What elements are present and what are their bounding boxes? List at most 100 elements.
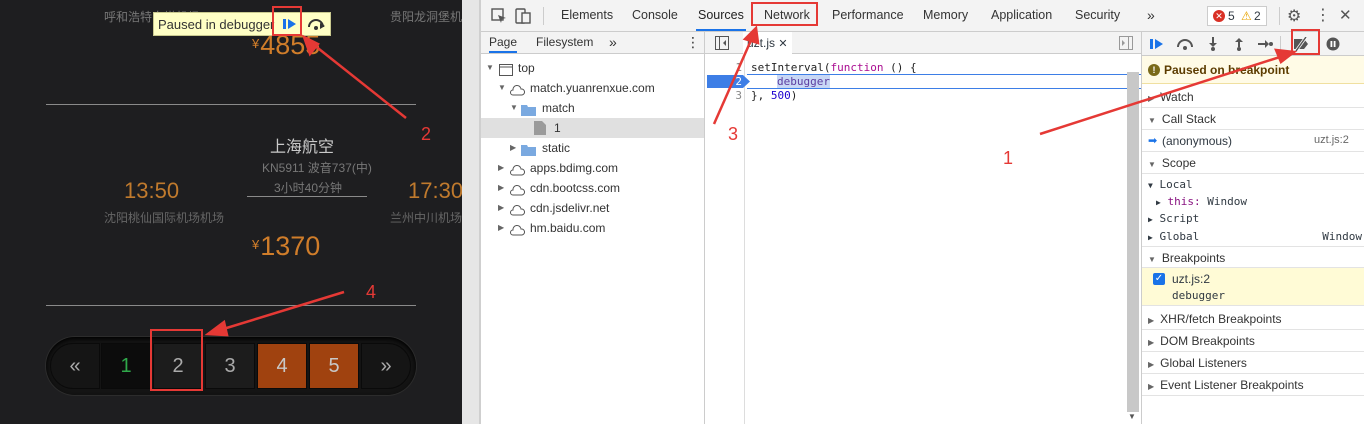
tree-item-domain[interactable]: ▶ cdn.bootcss.com bbox=[481, 178, 704, 198]
error-count: 5 bbox=[1228, 9, 1235, 23]
editor-tab-uzt-js[interactable]: uzt.js ✕ bbox=[743, 32, 792, 54]
section-global-listeners[interactable]: ▶ Global Listeners bbox=[1142, 352, 1364, 374]
expand-triangle-icon: ▶ bbox=[498, 223, 505, 232]
scope-this[interactable]: ▶ this: Window bbox=[1156, 195, 1247, 208]
tab-console[interactable]: Console bbox=[630, 0, 680, 31]
code-line: setInterval(function () { bbox=[751, 61, 917, 75]
tab-page[interactable]: Page bbox=[489, 32, 518, 53]
code-keyword: function bbox=[830, 61, 884, 74]
breakpoint-item[interactable]: ✓ uzt.js:2 debugger bbox=[1142, 268, 1364, 306]
page-1-button[interactable]: 1 bbox=[101, 343, 151, 389]
collapse-triangle-icon: ▼ bbox=[1148, 116, 1156, 125]
scope-value: Window bbox=[1322, 230, 1362, 243]
breakpoint-location: uzt.js:2 bbox=[1172, 272, 1211, 286]
frame-location[interactable]: uzt.js:2 bbox=[1314, 134, 1349, 146]
navigator-menu-icon[interactable]: ⋮ bbox=[686, 32, 700, 53]
tab-sources[interactable]: Sources bbox=[696, 0, 746, 31]
collapse-triangle-icon: ▼ bbox=[1148, 160, 1156, 169]
section-label: Watch bbox=[1160, 90, 1194, 104]
toolbar-separator bbox=[1279, 7, 1280, 25]
info-icon: ! bbox=[1148, 64, 1160, 76]
pause-on-exceptions-icon[interactable] bbox=[1324, 35, 1342, 53]
tab-filesystem[interactable]: Filesystem bbox=[536, 32, 593, 53]
scope-label: Global bbox=[1159, 230, 1200, 243]
expand-triangle-icon: ▶ bbox=[1148, 233, 1153, 242]
card-divider bbox=[46, 305, 416, 306]
close-devtools-icon[interactable]: ✕ bbox=[1339, 6, 1352, 24]
step-into-icon[interactable] bbox=[1204, 35, 1222, 53]
file-navigator: Page Filesystem » ⋮ ▼ top ▼ match.yuanre… bbox=[481, 32, 705, 424]
tree-item-domain[interactable]: ▶ hm.baidu.com bbox=[481, 218, 704, 238]
expand-triangle-icon: ▶ bbox=[498, 203, 505, 212]
page-2-button[interactable]: 2 bbox=[153, 343, 203, 389]
duration-arrow bbox=[247, 196, 367, 197]
device-toolbar-icon[interactable] bbox=[515, 7, 531, 28]
tree-item-domain[interactable]: ▶ cdn.jsdelivr.net bbox=[481, 198, 704, 218]
tree-item-top[interactable]: ▼ top bbox=[481, 58, 704, 78]
close-tab-icon[interactable]: ✕ bbox=[778, 38, 787, 50]
section-dom-breakpoints[interactable]: ▶ DOM Breakpoints bbox=[1142, 330, 1364, 352]
page-prev-button[interactable]: « bbox=[50, 343, 100, 389]
step-icon[interactable] bbox=[1256, 35, 1274, 53]
line-number[interactable]: 3 bbox=[705, 89, 745, 103]
step-over-icon[interactable] bbox=[1176, 35, 1194, 53]
issues-counter[interactable]: ✕ 5 ⚠ 2 bbox=[1207, 6, 1267, 26]
scope-script[interactable]: ▶ Script bbox=[1148, 212, 1199, 225]
step-over-icon[interactable] bbox=[306, 16, 326, 32]
toggle-navigator-icon[interactable] bbox=[715, 36, 729, 53]
tree-item-domain[interactable]: ▼ match.yuanrenxue.com bbox=[481, 78, 704, 98]
flight-info: KN5911 波音737(中) bbox=[262, 161, 372, 175]
warning-count: 2 bbox=[1254, 9, 1261, 23]
paused-label: Paused in debugger bbox=[158, 17, 275, 32]
debugger-toolbar bbox=[1142, 32, 1364, 56]
tree-item-folder[interactable]: ▼ match bbox=[481, 98, 704, 118]
section-label: Call Stack bbox=[1161, 112, 1216, 126]
tree-item-file[interactable]: 1 bbox=[481, 118, 704, 138]
error-icon: ✕ bbox=[1213, 10, 1225, 22]
resume-icon[interactable] bbox=[1148, 35, 1166, 53]
section-event-listener-breakpoints[interactable]: ▶ Event Listener Breakpoints bbox=[1142, 374, 1364, 396]
line-number[interactable]: 1 bbox=[705, 61, 745, 75]
scope-global[interactable]: ▶ Global Window bbox=[1148, 230, 1362, 243]
code-line: }, 500) bbox=[751, 89, 797, 103]
page-4-button[interactable]: 4 bbox=[257, 343, 307, 389]
more-tabs-button[interactable]: » bbox=[1145, 0, 1157, 31]
page-next-button[interactable]: » bbox=[361, 343, 411, 389]
tab-performance[interactable]: Performance bbox=[830, 0, 906, 31]
line-number[interactable]: 2 bbox=[705, 75, 745, 89]
more-navigator-tabs-icon[interactable]: » bbox=[609, 32, 617, 53]
breakpoint-checkbox[interactable]: ✓ bbox=[1153, 273, 1165, 285]
tree-item-folder[interactable]: ▶ static bbox=[481, 138, 704, 158]
section-breakpoints[interactable]: ▼ Breakpoints bbox=[1142, 246, 1364, 268]
arrival-airport: 兰州中川机场 bbox=[390, 211, 462, 225]
tab-network[interactable]: Network bbox=[762, 0, 812, 31]
resume-icon[interactable] bbox=[281, 16, 299, 32]
tab-memory[interactable]: Memory bbox=[921, 0, 970, 31]
deactivate-breakpoints-icon[interactable] bbox=[1292, 35, 1310, 53]
section-call-stack[interactable]: ▼ Call Stack bbox=[1142, 108, 1364, 130]
editor-scrollbar[interactable] bbox=[1127, 72, 1139, 412]
scope-local[interactable]: ▼ Local bbox=[1148, 178, 1193, 191]
section-watch[interactable]: ▶ Watch bbox=[1142, 86, 1364, 108]
line-gutter bbox=[705, 54, 745, 424]
page-3-button[interactable]: 3 bbox=[205, 343, 255, 389]
section-scope[interactable]: ▼ Scope bbox=[1142, 152, 1364, 174]
expand-triangle-icon: ▶ bbox=[1148, 382, 1155, 391]
more-options-icon[interactable]: ⋮ bbox=[1315, 5, 1331, 25]
page-5-button[interactable]: 5 bbox=[309, 343, 359, 389]
call-frame[interactable]: ➡ (anonymous) uzt.js:2 bbox=[1142, 130, 1364, 152]
settings-gear-icon[interactable]: ⚙ bbox=[1287, 6, 1301, 26]
cloud-icon bbox=[509, 222, 526, 242]
section-xhr-breakpoints[interactable]: ▶ XHR/fetch Breakpoints bbox=[1142, 308, 1364, 330]
collapse-triangle-icon: ▼ bbox=[498, 83, 506, 92]
tab-elements[interactable]: Elements bbox=[559, 0, 615, 31]
tree-item-domain[interactable]: ▶ apps.bdimg.com bbox=[481, 158, 704, 178]
tab-security[interactable]: Security bbox=[1073, 0, 1122, 31]
step-out-icon[interactable] bbox=[1230, 35, 1248, 53]
scroll-down-icon[interactable]: ▼ bbox=[1128, 412, 1136, 421]
inspect-icon[interactable] bbox=[491, 8, 507, 27]
toggle-debugger-icon[interactable] bbox=[1119, 36, 1133, 53]
scope-key: this: bbox=[1167, 195, 1201, 208]
tab-application[interactable]: Application bbox=[989, 0, 1054, 31]
code-keyword-debugger: debugger bbox=[777, 75, 830, 88]
